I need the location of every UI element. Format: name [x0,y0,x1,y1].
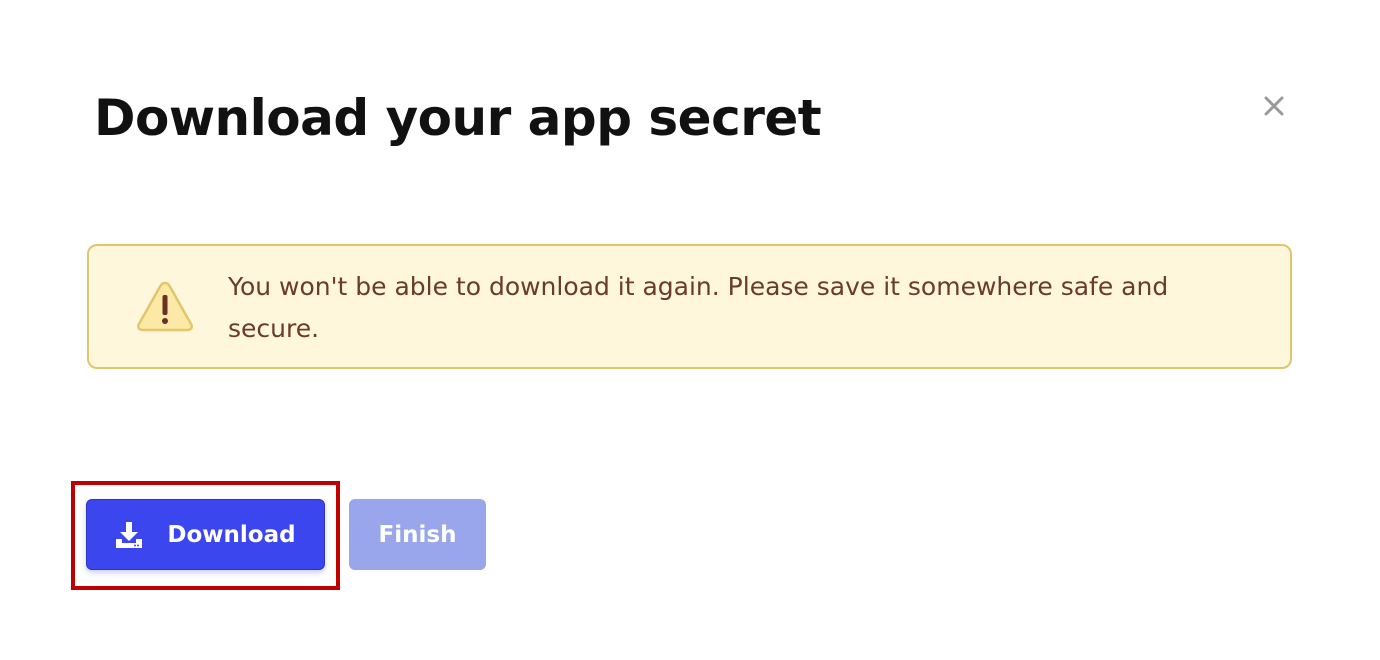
close-icon [1264,96,1284,116]
warning-message: You won't be able to download it again. … [228,272,1169,343]
download-button-label: Download [167,521,296,548]
warning-triangle-icon [137,281,193,332]
download-secret-dialog: Download your app secret You won't be ab… [0,0,1380,660]
download-button[interactable]: Download [86,499,325,570]
download-icon [116,521,143,548]
warning-banner: You won't be able to download it again. … [87,244,1292,369]
close-button[interactable] [1258,90,1290,122]
finish-button[interactable]: Finish [349,499,486,570]
dialog-title: Download your app secret [94,89,822,147]
finish-button-label: Finish [378,521,457,548]
